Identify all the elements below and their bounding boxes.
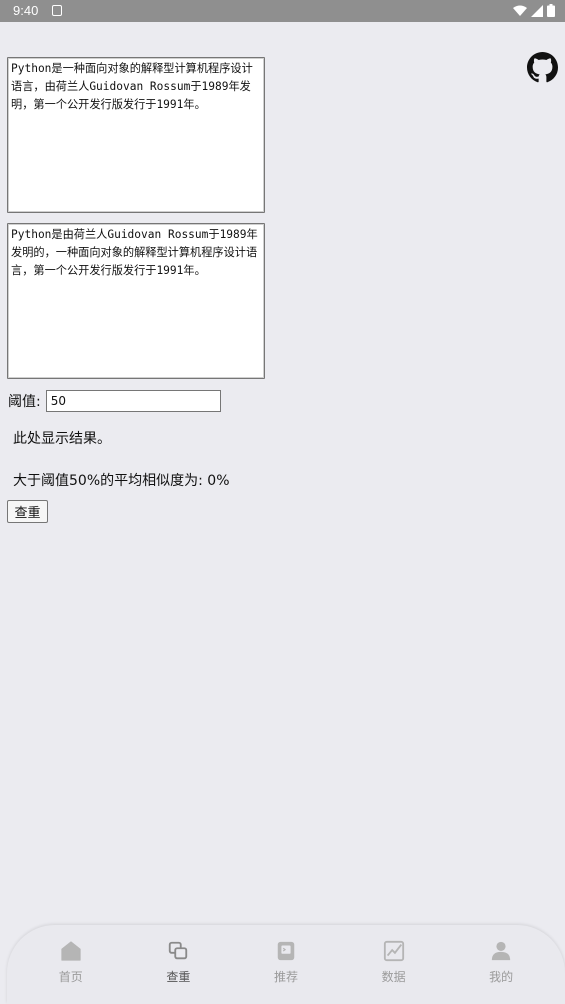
nav-item-recommend[interactable]: 推荐: [251, 925, 321, 1004]
text-input-2[interactable]: Python是由荷兰人Guidovan Rossum于1989年发明的，一种面向…: [7, 223, 265, 379]
github-icon[interactable]: [527, 52, 558, 83]
home-icon: [61, 941, 81, 961]
threshold-label: 阈值:: [8, 393, 41, 410]
user-icon: [492, 941, 511, 961]
status-time: 9:40: [13, 3, 39, 18]
text-input-1[interactable]: Python是一种面向对象的解释型计算机程序设计语言，由荷兰人Guidovan …: [7, 57, 265, 213]
chart-icon: [383, 940, 404, 962]
nav-label-home: 首页: [58, 970, 83, 984]
average-similarity-text: 大于阈值50%的平均相似度为: 0%: [13, 473, 230, 489]
nav-label-data: 数据: [381, 970, 406, 984]
signal-icon: [531, 4, 543, 17]
nav-item-check[interactable]: 查重: [143, 925, 213, 1004]
copy-icon: [169, 941, 188, 960]
status-bar: 9:40: [0, 0, 565, 22]
notification-icon: [52, 5, 62, 16]
nav-item-me[interactable]: 我的: [466, 925, 536, 1004]
nav-label-recommend: 推荐: [273, 970, 298, 984]
threshold-row: 阈值:: [8, 389, 221, 412]
recommend-icon: [277, 941, 295, 961]
bottom-nav: 首页 查重 推荐 数据 我的: [7, 925, 565, 1004]
threshold-input[interactable]: [45, 389, 221, 412]
nav-label-me: 我的: [489, 970, 514, 984]
nav-label-check: 查重: [166, 970, 191, 984]
check-button[interactable]: 查重: [7, 500, 48, 523]
status-icons: [513, 4, 555, 17]
nav-item-home[interactable]: 首页: [36, 925, 106, 1004]
battery-icon: [547, 4, 555, 17]
wifi-icon: [513, 5, 527, 16]
result-text: 此处显示结果。: [13, 431, 111, 447]
nav-item-data[interactable]: 数据: [359, 925, 429, 1004]
